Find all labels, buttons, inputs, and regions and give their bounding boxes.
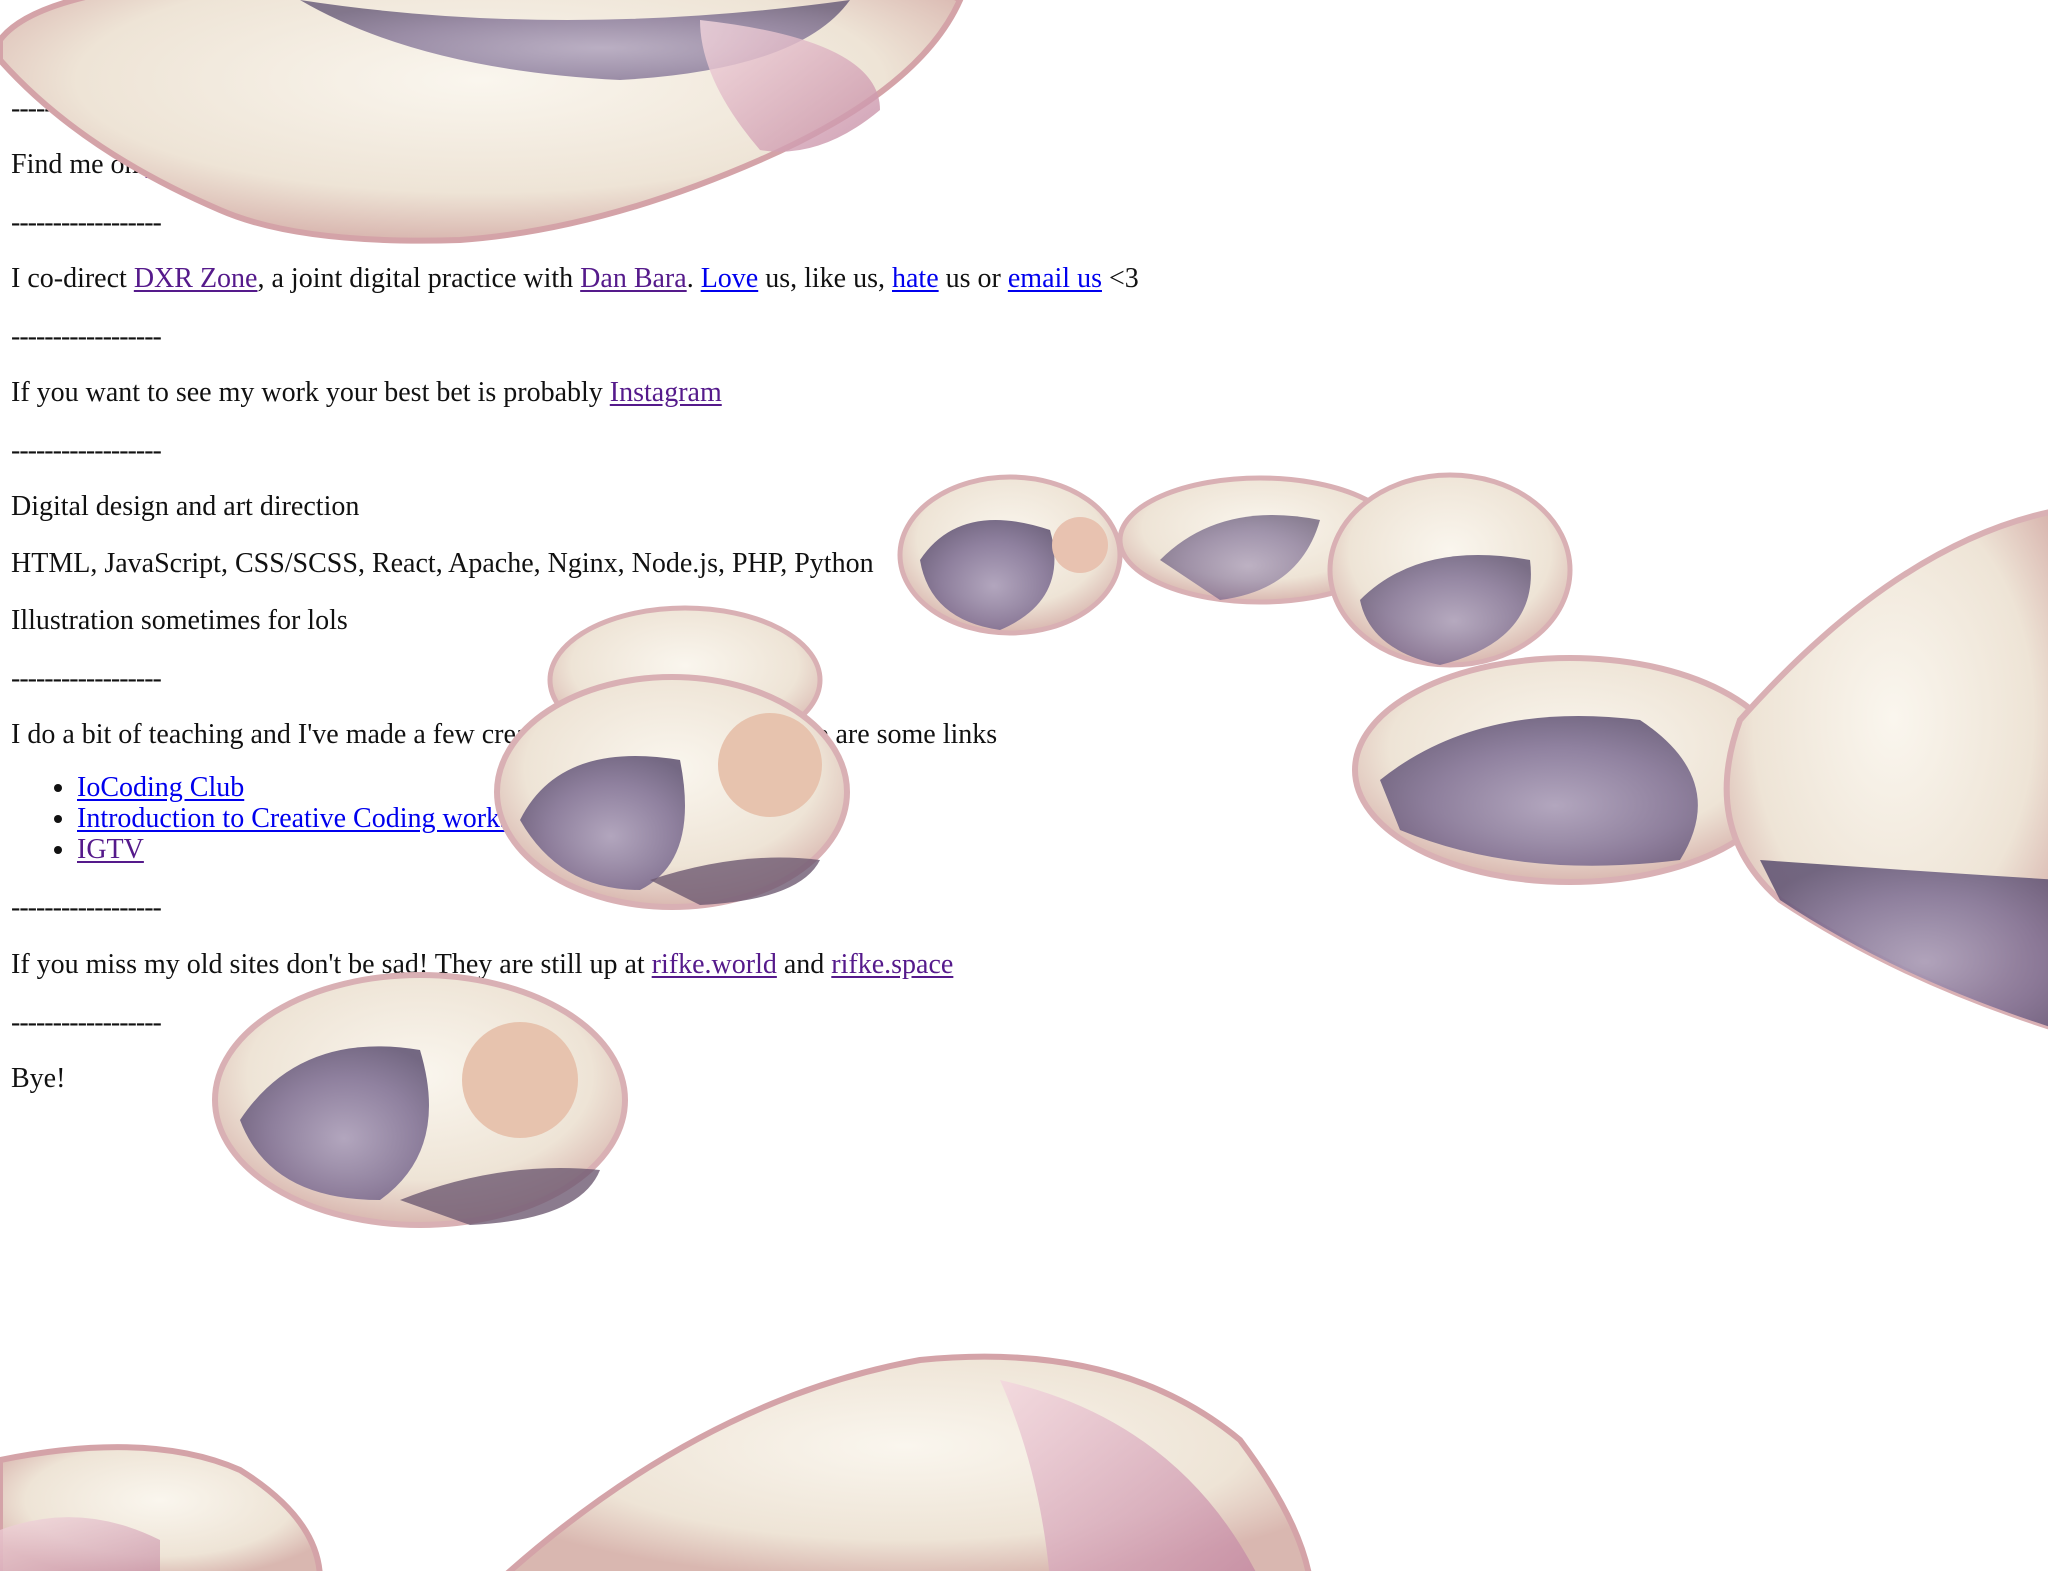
work-line: If you want to see my work your best bet… xyxy=(11,376,722,410)
separator: ------------------ xyxy=(11,435,162,466)
separator: ------------------ xyxy=(11,892,162,923)
dan-bara-link[interactable]: Dan Bara xyxy=(580,263,687,294)
email-us-link[interactable]: email us xyxy=(1008,263,1102,294)
separator: ------------------ xyxy=(11,663,162,694)
blob-lower-left xyxy=(212,972,628,1228)
blob-bottom xyxy=(0,1353,1312,1571)
skill-line: HTML, JavaScript, CSS/SCSS, React, Apach… xyxy=(11,548,874,579)
instagram-link[interactable]: Instagram xyxy=(610,377,722,408)
blob-right xyxy=(1352,509,2048,1030)
iocoding-club-link[interactable]: IoCoding Club xyxy=(77,772,244,803)
codirect-line: I co-direct DXR Zone, a joint digital pr… xyxy=(11,262,1139,296)
blob-chain xyxy=(897,472,1573,668)
old-sites-text: If you miss my old sites don't be sad! T… xyxy=(11,949,652,980)
love-link[interactable]: Love xyxy=(701,263,759,294)
skill-line: Digital design and art direction xyxy=(11,491,360,522)
igtv-link[interactable]: IGTV xyxy=(77,834,144,865)
old-sites-line: If you miss my old sites don't be sad! T… xyxy=(11,948,953,982)
codirect-text: <3 xyxy=(1101,263,1139,294)
rifke-space-link[interactable]: rifke.space xyxy=(831,949,953,980)
codirect-text: . xyxy=(686,263,701,294)
codirect-text: , a joint digital practice with xyxy=(257,263,581,294)
bye-text: Bye! xyxy=(11,1063,66,1094)
list-item: IGTV xyxy=(77,834,553,865)
codirect-text: us or xyxy=(938,263,1008,294)
list-item: IoCoding Club xyxy=(77,772,553,803)
hate-link[interactable]: hate xyxy=(892,263,939,294)
separator: ------------------ xyxy=(11,93,162,124)
list-item: Introduction to Creative Coding workshop xyxy=(77,803,553,834)
codirect-text: us, like us, xyxy=(758,263,892,294)
skill-line: Illustration sometimes for lols xyxy=(11,605,348,636)
separator: ------------------ xyxy=(11,321,162,352)
teaching-links: IoCoding Club Introduction to Creative C… xyxy=(45,772,553,865)
creative-coding-link[interactable]: Introduction to Creative Coding workshop xyxy=(77,803,553,834)
separator: ------------------ xyxy=(11,1007,162,1038)
codirect-text: I co-direct xyxy=(11,263,134,294)
find-me-text: Find me on xyxy=(11,149,146,180)
find-me-line: Find me on Instagram xyxy=(11,148,258,182)
old-sites-text: and xyxy=(776,949,832,980)
teaching-intro: I do a bit of teaching and I've made a f… xyxy=(11,719,998,750)
work-text: If you want to see my work your best bet… xyxy=(11,377,610,408)
rifke-world-link[interactable]: rifke.world xyxy=(652,949,777,980)
dxr-zone-link[interactable]: DXR Zone xyxy=(134,263,258,294)
instagram-link[interactable]: Instagram xyxy=(146,149,258,180)
separator: ------------------ xyxy=(11,207,162,238)
